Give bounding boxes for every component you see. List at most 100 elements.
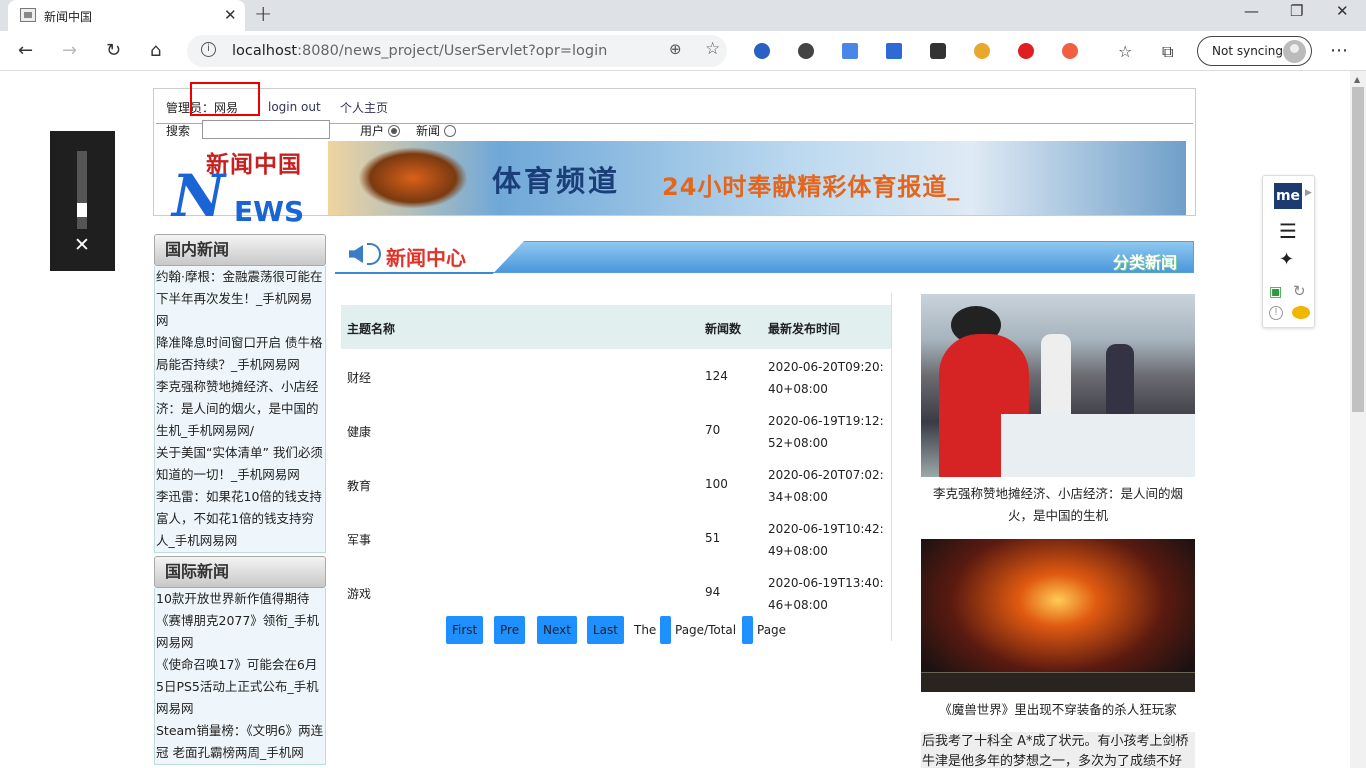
radio-user[interactable]: 用户 xyxy=(360,122,400,139)
photo-caption[interactable]: 李克强称赞地摊经济、小店经济：是人间的烟火，是中国的生机 xyxy=(921,483,1195,527)
site-info-icon[interactable]: i xyxy=(201,42,216,57)
logout-link[interactable]: login out xyxy=(268,100,321,114)
url-text[interactable]: localhost:8080/news_project/UserServlet?… xyxy=(232,43,607,59)
radio-news[interactable]: 新闻 xyxy=(416,122,456,139)
person-figure xyxy=(1106,344,1134,424)
extension-compass-icon[interactable] xyxy=(974,43,990,59)
profile-sync-button[interactable]: Not syncing xyxy=(1197,36,1312,66)
table-row[interactable]: 军事 51 2020-06-19T10:42:49+08:00 xyxy=(341,511,891,565)
intl-news-panel: 国际新闻 10款开放世界新作值得期待 《赛博朋克2077》领衔_手机网易网 《使… xyxy=(154,556,326,765)
sports-banner[interactable]: 体育频道 24小时奉献精彩体育报道_ xyxy=(328,141,1186,215)
cast-icon[interactable]: ▣ xyxy=(1269,284,1282,300)
col-count: 新闻数 xyxy=(705,322,742,336)
list-item[interactable]: 约翰·摩根：金融震荡很可能在下半年再次发生！_手机网易网 xyxy=(156,266,324,332)
row-topic[interactable]: 教育 xyxy=(347,477,371,494)
list-item[interactable]: Steam销量榜：《文明6》两连冠 老面孔霸榜两周_手机网 xyxy=(156,720,324,764)
prev-page-button[interactable]: Pre xyxy=(494,616,526,644)
news-photo-street-vendor[interactable] xyxy=(921,294,1195,477)
menu-icon[interactable]: ☰ xyxy=(1279,221,1297,241)
restore-icon[interactable]: ❐ xyxy=(1290,2,1303,20)
table-row[interactable]: 财经 124 2020-06-20T09:20:40+08:00 xyxy=(341,349,891,403)
row-count: 70 xyxy=(705,423,721,437)
list-item[interactable]: 10款开放世界新作值得期待 《赛博朋克2077》领衔_手机网易网 xyxy=(156,588,324,654)
page-favicon-icon xyxy=(20,8,36,22)
me-logo-icon[interactable]: me xyxy=(1274,183,1302,209)
row-topic[interactable]: 健康 xyxy=(347,423,371,440)
scrollbar-thumb[interactable] xyxy=(1352,87,1364,412)
row-topic[interactable]: 财经 xyxy=(347,369,371,386)
extension-firefox-icon[interactable] xyxy=(754,43,770,59)
domestic-news-panel: 国内新闻 约翰·摩根：金融震荡很可能在下半年再次发生！_手机网易网 降准降息时间… xyxy=(154,234,326,553)
magic-wand-icon[interactable]: ✦ xyxy=(1279,249,1294,270)
news-snippet[interactable]: 后我考了十科全 A*成了状元。有小孩考上剑桥牛津是他多年的梦想之一，多次为了成绩… xyxy=(921,732,1195,768)
section-title: 新闻中心 xyxy=(386,246,466,270)
minimize-icon[interactable]: — xyxy=(1244,2,1259,20)
row-time-text: 2020-06-19T13:40:46+08:00 xyxy=(768,576,884,612)
last-page-button[interactable]: Last xyxy=(587,616,624,644)
list-item[interactable]: 降准降息时间窗口开启 债牛格局能否持续？_手机网易网 xyxy=(156,332,324,376)
radio-user-button[interactable] xyxy=(387,125,400,137)
game-hud xyxy=(921,672,1195,692)
row-time: 2020-06-20T07:02:34+08:00 xyxy=(768,464,890,508)
radio-news-button[interactable] xyxy=(443,125,456,137)
search-input[interactable] xyxy=(202,120,330,139)
refresh-icon[interactable]: ↻ xyxy=(1293,282,1306,300)
table-row[interactable]: 教育 100 2020-06-20T07:02:34+08:00 xyxy=(341,457,891,511)
close-icon[interactable]: ✕ xyxy=(74,234,90,256)
reload-icon[interactable]: ↻ xyxy=(106,40,121,61)
collections-icon[interactable]: ⧉ xyxy=(1162,42,1173,62)
page-scrollbar[interactable]: ▲ xyxy=(1350,71,1366,768)
new-tab-icon[interactable]: + xyxy=(254,2,272,27)
list-item[interactable]: 《使命召唤17》可能会在6月5日PS5活动上正式公布_手机网易网 xyxy=(156,654,324,720)
close-tab-icon[interactable]: ✕ xyxy=(224,6,237,24)
warning-icon[interactable]: ! xyxy=(1269,306,1283,320)
extension-clock-icon[interactable] xyxy=(798,43,814,59)
volume-overlay: ✕ xyxy=(50,131,115,271)
current-page-field[interactable] xyxy=(660,616,671,644)
profile-link[interactable]: 个人主页 xyxy=(340,99,388,116)
favorites-icon[interactable]: ☆ xyxy=(1118,42,1132,61)
scroll-up-icon[interactable]: ▲ xyxy=(1354,75,1360,84)
total-pages-field xyxy=(742,616,753,644)
bookmark-star-icon[interactable]: ☆ xyxy=(705,39,720,59)
photo-caption[interactable]: 《魔兽世界》里出现不穿装备的杀人狂玩家 xyxy=(921,699,1195,718)
forward-icon[interactable]: → xyxy=(62,40,77,61)
extension-translate-icon[interactable] xyxy=(842,43,858,59)
browser-toolbar: ← → ↻ ⌂ i localhost:8080/news_project/Us… xyxy=(0,31,1366,71)
back-icon[interactable]: ← xyxy=(18,40,33,61)
row-count: 100 xyxy=(705,477,728,491)
news-center-header: 新闻中心 分类新闻 xyxy=(335,235,1195,274)
radio-user-label: 用户 xyxy=(360,124,385,138)
site-logo[interactable]: 新闻中国 N EWS xyxy=(168,141,328,234)
table-row[interactable]: 游戏 94 2020-06-19T13:40:46+08:00 xyxy=(341,565,891,619)
row-time: 2020-06-19T10:42:49+08:00 xyxy=(768,518,890,562)
expand-arrow-icon[interactable]: ▶ xyxy=(1305,188,1312,198)
address-bar[interactable]: i localhost:8080/news_project/UserServle… xyxy=(187,35,727,67)
list-item[interactable]: 李迅雷：如果花10倍的钱支持富人，不如花1倍的钱支持穷人_手机网易网 xyxy=(156,486,324,552)
next-page-button[interactable]: Next xyxy=(537,616,577,644)
category-table: 主题名称 新闻数 最新发布时间 财经 124 2020-06-20T09:20:… xyxy=(341,293,892,641)
extension-opera-icon[interactable] xyxy=(1018,43,1034,59)
volume-track[interactable] xyxy=(77,151,87,229)
list-item[interactable]: 李克强称赞地摊经济、小店经济：是人间的烟火，是中国的生机_手机网易网/ xyxy=(156,376,324,442)
more-menu-icon[interactable]: ⋯ xyxy=(1330,40,1348,61)
browser-tab[interactable]: 新闻中国 ✕ xyxy=(8,0,245,31)
home-icon[interactable]: ⌂ xyxy=(150,40,161,61)
table-row[interactable]: 健康 70 2020-06-19T19:12:52+08:00 xyxy=(341,403,891,457)
zoom-icon[interactable]: ⊕ xyxy=(669,40,682,58)
extension-x-icon[interactable] xyxy=(930,43,946,59)
news-photo-game[interactable] xyxy=(921,539,1195,692)
row-topic[interactable]: 军事 xyxy=(347,531,371,548)
row-count: 124 xyxy=(705,369,728,383)
close-window-icon[interactable]: ✕ xyxy=(1336,2,1349,20)
row-topic[interactable]: 游戏 xyxy=(347,585,371,602)
row-time: 2020-06-19T19:12:52+08:00 xyxy=(768,410,890,454)
list-item[interactable]: 关于美国“实体清单” 我们必须知道的一切！_手机网易网 xyxy=(156,442,324,486)
radio-news-label: 新闻 xyxy=(416,124,441,138)
eye-icon[interactable] xyxy=(1292,306,1310,319)
first-page-button[interactable]: First xyxy=(446,616,484,644)
web-page: ✕ 管理员：网易 login out 个人主页 搜索 用户 新闻 新闻中国 N … xyxy=(0,71,1350,768)
extension-cap-icon[interactable] xyxy=(886,43,902,59)
pager-page-total-label: Page/Total xyxy=(675,623,737,637)
extension-share-icon[interactable] xyxy=(1062,43,1078,59)
